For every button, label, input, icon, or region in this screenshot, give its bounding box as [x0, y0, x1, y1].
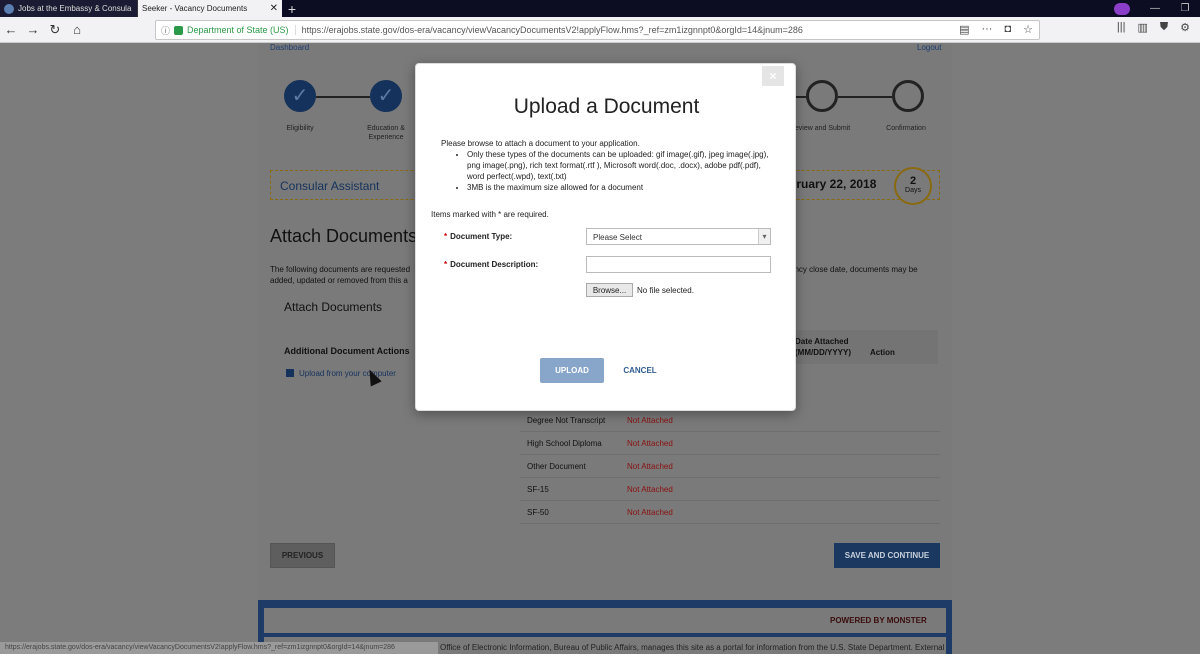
close-tab-icon[interactable]: ✕ — [270, 3, 278, 14]
pocket-icon[interactable]: ◘ — [1004, 23, 1011, 36]
restore-icon[interactable]: ❐ — [1170, 3, 1200, 14]
step-education-check-icon — [370, 80, 402, 112]
days-left-number: 2 — [909, 175, 917, 187]
table-row: SF-15 Not Attached — [520, 478, 940, 501]
reader-view-icon[interactable]: ▤ — [959, 23, 969, 36]
home-icon[interactable]: ⌂ — [66, 19, 88, 41]
days-left-label: Days — [905, 187, 921, 194]
address-bar[interactable]: ⓘ Department of State (US) https://erajo… — [155, 20, 1040, 40]
tab-label: Jobs at the Embassy & Consula — [18, 4, 132, 13]
table-row: High School Diploma Not Attached — [520, 432, 940, 455]
more-actions-icon[interactable]: ··· — [981, 23, 992, 36]
days-left-badge: 2 Days — [894, 167, 932, 205]
cancel-button[interactable]: CANCEL — [616, 358, 664, 383]
upload-button[interactable]: UPLOAD — [540, 358, 604, 383]
section-description-left: The following documents are requested ad… — [270, 265, 411, 285]
shield-icon[interactable]: ⛊ — [1160, 21, 1168, 34]
subpanel-title: Attach Documents — [284, 300, 383, 314]
document-description-input[interactable] — [586, 256, 771, 273]
tab-label: Seeker - Vacancy Documents — [142, 4, 248, 13]
additional-actions-title: Additional Document Actions — [284, 346, 410, 356]
upload-instructions: Please browse to attach a document to yo… — [441, 138, 771, 193]
status-bar-url: https://erajobs.state.gov/dos-era/vacanc… — [0, 642, 438, 654]
url-actions: ▤ ··· ◘ ☆ — [959, 23, 1033, 36]
document-status: Not Attached — [627, 508, 673, 517]
back-icon[interactable]: ← — [0, 19, 22, 41]
required-star: * — [444, 232, 448, 241]
powered-by-monster: POWERED BY MONSTER — [830, 616, 927, 625]
document-name: Degree Not Transcript — [527, 416, 606, 425]
previous-button[interactable]: PREVIOUS — [270, 543, 335, 568]
document-name: Other Document — [527, 462, 586, 471]
toolbar-right: ||| ▥ ⛊ ⚙ — [1117, 21, 1190, 34]
document-status: Not Attached — [627, 439, 673, 448]
step-connector — [316, 96, 370, 98]
forward-icon[interactable]: → — [22, 19, 44, 41]
table-row: Other Document Not Attached — [520, 455, 940, 478]
instructions-rules: Only these types of the documents can be… — [465, 149, 771, 193]
document-description-label: * Document Description: — [444, 260, 539, 269]
vacancy-title: Consular Assistant — [280, 179, 380, 193]
browse-button[interactable]: Browse... — [586, 283, 633, 297]
page-title: Attach Documents — [270, 226, 418, 246]
step-label-confirmation: Confirmation — [886, 125, 926, 132]
browser-tab-vacancy-documents[interactable]: Seeker - Vacancy Documents ✕ — [138, 0, 282, 17]
window-controls: — ❐ — [1114, 0, 1200, 17]
document-status: Not Attached — [627, 416, 673, 425]
document-status: Not Attached — [627, 485, 673, 494]
logout-link[interactable]: Logout — [917, 43, 941, 52]
globe-icon — [4, 3, 14, 14]
table-row: SF-50 Not Attached — [520, 501, 940, 524]
private-browsing-icon — [1114, 2, 1130, 15]
header-date-attached: Date Attached (MM/DD/YYYY) — [795, 337, 851, 357]
close-icon[interactable]: × — [762, 66, 784, 86]
url-text[interactable]: https://erajobs.state.gov/dos-era/vacanc… — [302, 25, 803, 35]
reload-icon[interactable]: ↻ — [44, 19, 66, 41]
bookmark-star-icon[interactable]: ☆ — [1023, 23, 1033, 36]
browser-tab-jobs[interactable]: Jobs at the Embassy & Consula — [0, 0, 138, 17]
dashboard-link[interactable]: Dashboard — [270, 43, 309, 52]
rule-max-size: 3MB is the maximum size allowed for a do… — [467, 182, 771, 193]
extension-icon[interactable]: ⚙ — [1180, 21, 1190, 34]
step-confirmation-circle-icon — [892, 80, 924, 112]
lock-icon — [174, 25, 184, 35]
new-tab-button[interactable]: + — [282, 0, 302, 17]
save-and-continue-button[interactable]: SAVE AND CONTINUE — [834, 543, 940, 568]
document-type-select[interactable]: Please Select ▾ — [586, 228, 771, 245]
step-label-eligibility: Eligibility — [286, 125, 314, 132]
library-icon[interactable]: ||| — [1117, 21, 1126, 34]
rule-allowed-types: Only these types of the documents can be… — [467, 149, 771, 182]
document-type-label: * Document Type: — [444, 232, 513, 241]
table-row: Degree Not Transcript Not Attached — [520, 409, 940, 432]
instructions-intro: Please browse to attach a document to yo… — [441, 139, 640, 148]
minimize-icon[interactable]: — — [1140, 3, 1170, 14]
document-name: High School Diploma — [527, 439, 602, 448]
browser-tab-bar: Jobs at the Embassy & Consula Seeker - V… — [0, 0, 1200, 17]
required-star: * — [444, 260, 448, 269]
step-connector — [796, 96, 806, 98]
site-identity[interactable]: Department of State (US) — [187, 25, 296, 35]
upload-icon — [286, 369, 294, 377]
file-status: No file selected. — [637, 286, 694, 295]
upload-document-modal: × Upload a Document Please browse to att… — [415, 63, 796, 411]
close-date: bruary 22, 2018 — [789, 177, 877, 191]
required-note: Items marked with * are required. — [431, 210, 549, 219]
step-eligibility-check-icon — [284, 80, 316, 112]
upload-link-label: Upload from your computer — [299, 369, 396, 378]
browser-nav-bar: ← → ↻ ⌂ ⓘ Department of State (US) https… — [0, 17, 1200, 43]
step-label-education: Education & Experience — [367, 125, 405, 141]
document-type-value: Please Select — [593, 233, 642, 242]
header-action: Action — [870, 348, 895, 357]
document-status: Not Attached — [627, 462, 673, 471]
info-icon[interactable]: ⓘ — [161, 24, 170, 37]
step-review-circle-icon — [806, 80, 838, 112]
document-name: SF-50 — [527, 508, 549, 517]
sidebar-icon[interactable]: ▥ — [1137, 21, 1147, 34]
section-description-right: ancy close date, documents may be — [790, 265, 918, 274]
step-connector — [838, 96, 892, 98]
chevron-down-icon: ▾ — [758, 229, 770, 244]
modal-title: Upload a Document — [513, 95, 700, 118]
document-name: SF-15 — [527, 485, 549, 494]
